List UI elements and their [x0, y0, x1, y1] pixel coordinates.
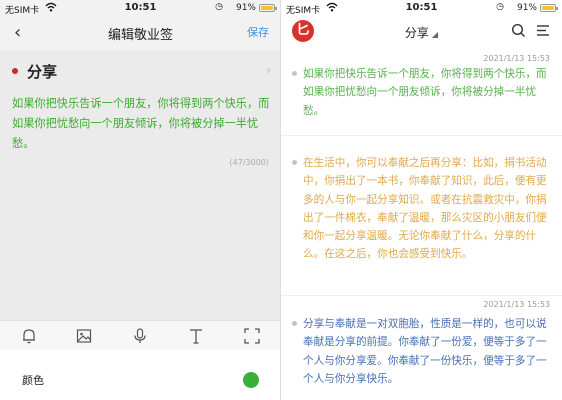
- note-list-screen: 无SIM卡 10:51 ◷ 91% 匕 分享 ◢ 2021/1/13 15:53 …: [281, 0, 562, 400]
- alarm-bell-icon[interactable]: [20, 327, 38, 345]
- note-editor: 分享 › 如果你把快乐告诉一个朋友，你将得到两个快乐，而如果你把忧愁向一个朋友倾…: [0, 50, 281, 320]
- list-title-text: 分享: [404, 26, 429, 40]
- text-style-icon[interactable]: [187, 327, 205, 345]
- battery-percent: 91%: [235, 3, 256, 13]
- category-selector[interactable]: 分享 ›: [10, 61, 271, 83]
- editor-toolbar: [0, 320, 281, 350]
- note-dot: [292, 321, 297, 326]
- caret-down-icon: ◢: [431, 30, 439, 39]
- note-timestamp: 2021/1/13 15:53: [483, 54, 550, 63]
- category-label: 分享: [27, 63, 58, 81]
- alarm-status-icon: ◷: [215, 2, 223, 12]
- fullscreen-icon[interactable]: [243, 327, 261, 345]
- note-text: 分享与奉献是一对双胞胎，性质是一样的，也可以说奉献是分享的前提。你奉献了一份爱，…: [303, 318, 547, 385]
- battery-icon: [259, 4, 277, 12]
- battery-percent: 91%: [516, 3, 537, 13]
- note-text: 如果你把快乐告诉一个朋友，你将得到两个快乐，而如果你把忧愁向一个朋友倾诉，你将被…: [303, 68, 547, 117]
- image-icon[interactable]: [75, 327, 93, 345]
- char-counter: (47/3000): [229, 158, 269, 167]
- alarm-status-icon: ◷: [496, 2, 504, 12]
- note-text-area[interactable]: 如果你把快乐告诉一个朋友，你将得到两个快乐，而如果你把忧愁向一个朋友倾诉，你将被…: [12, 94, 271, 154]
- status-bar: 无SIM卡 10:51 ◷ 91%: [281, 0, 562, 16]
- note-dot: [292, 160, 297, 165]
- list-item[interactable]: 2021/1/13 15:53 分享与奉献是一对双胞胎，性质是一样的，也可以说奉…: [281, 296, 562, 400]
- editor-screen: 无SIM卡 10:51 ◷ 91% ‹ 编辑敬业签 保存 分享 › 如果你把快乐…: [0, 0, 281, 400]
- status-bar: 无SIM卡 10:51 ◷ 91%: [0, 0, 281, 16]
- battery-icon: [540, 4, 558, 12]
- note-timestamp: 2021/1/13 15:53: [483, 300, 550, 309]
- list-item[interactable]: 2021/1/13 15:53 如果你把快乐告诉一个朋友，你将得到两个快乐，而如…: [281, 50, 562, 136]
- color-swatch[interactable]: [243, 372, 259, 388]
- page-title: 编辑敬业签: [107, 28, 173, 43]
- search-icon[interactable]: [511, 23, 526, 38]
- color-label: 颜色: [22, 374, 44, 387]
- list-item[interactable]: 在生活中，你可以奉献之后再分享：比如，捐书活动中，你捐出了一本书，你奉献了知识，…: [281, 136, 562, 296]
- menu-icon[interactable]: [536, 24, 550, 37]
- color-setting-row[interactable]: 颜色: [0, 350, 281, 400]
- chevron-right-icon: ›: [266, 63, 271, 77]
- category-dot: [12, 68, 18, 74]
- list-navbar: 匕 分享 ◢: [281, 18, 562, 46]
- note-text: 在生活中，你可以奉献之后再分享：比如，捐书活动中，你捐出了一本书，你奉献了知识，…: [303, 157, 547, 261]
- save-button[interactable]: 保存: [247, 24, 269, 40]
- note-dot: [292, 71, 297, 76]
- microphone-icon[interactable]: [131, 327, 149, 345]
- editor-navbar: ‹ 编辑敬业签 保存: [0, 18, 281, 46]
